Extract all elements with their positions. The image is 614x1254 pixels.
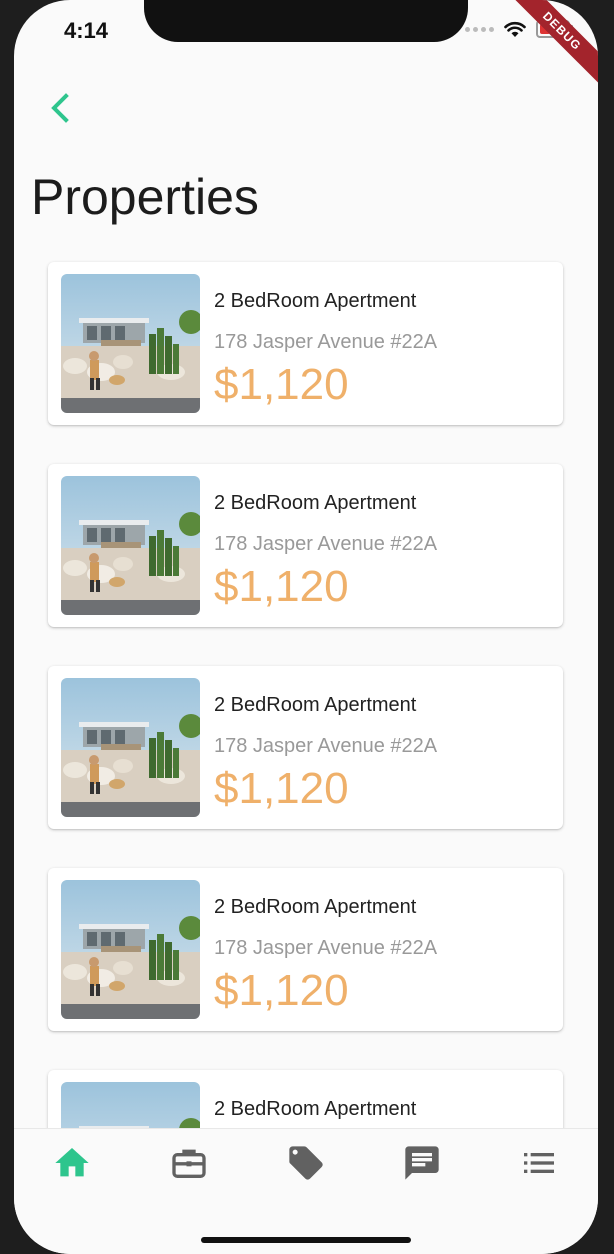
property-title: 2 BedRoom Apertment: [214, 694, 417, 716]
chevron-left-icon: [51, 93, 69, 123]
device-notch: [144, 0, 468, 42]
property-price: $1,120: [214, 764, 349, 813]
property-address: 178 Jasper Avenue #22A: [214, 533, 438, 555]
property-price: $1,120: [214, 360, 349, 409]
wifi-icon: [504, 21, 526, 37]
debug-banner: DEBUG: [504, 0, 598, 89]
nav-tag-button[interactable]: [286, 1143, 326, 1183]
status-time: 4:14: [64, 18, 109, 43]
signal-icon: [465, 26, 494, 32]
property-card[interactable]: 2 BedRoom Apertment 178 Jasper Avenue #2…: [48, 868, 563, 1031]
property-photo: [61, 476, 200, 615]
property-address: 178 Jasper Avenue #22A: [214, 331, 438, 353]
property-title: 2 BedRoom Apertment: [214, 492, 417, 514]
nav-home-button[interactable]: [52, 1143, 92, 1183]
message-icon: [405, 1146, 439, 1180]
bottom-navigation-bar: [14, 1128, 598, 1254]
list-icon: [524, 1153, 554, 1173]
property-price: $1,120: [214, 562, 349, 611]
property-photo: [61, 880, 200, 1019]
page-title: Properties: [31, 169, 259, 225]
property-card[interactable]: 2 BedRoom Apertment 178 Jasper Avenue #2…: [48, 464, 563, 627]
nav-messages-button[interactable]: [402, 1143, 442, 1183]
briefcase-icon: [172, 1149, 206, 1178]
property-address: 178 Jasper Avenue #22A: [214, 735, 438, 757]
nav-list-button[interactable]: [519, 1143, 559, 1183]
back-button[interactable]: [44, 90, 84, 130]
tag-icon: [289, 1146, 323, 1180]
property-title: 2 BedRoom Apertment: [214, 896, 417, 918]
property-photo: [61, 274, 200, 413]
property-photo: [61, 678, 200, 817]
nav-briefcase-button[interactable]: [169, 1143, 209, 1183]
property-title: 2 BedRoom Apertment: [214, 1098, 417, 1120]
home-indicator: [201, 1237, 411, 1243]
property-title: 2 BedRoom Apertment: [214, 290, 417, 312]
phone-screen: 4:14 DEBUG Properties 2 BedRoom Apertmen…: [14, 0, 598, 1254]
home-icon: [55, 1148, 89, 1177]
property-price: $1,120: [214, 966, 349, 1015]
property-address: 178 Jasper Avenue #22A: [214, 937, 438, 959]
property-card[interactable]: 2 BedRoom Apertment 178 Jasper Avenue #2…: [48, 666, 563, 829]
property-card[interactable]: 2 BedRoom Apertment 178 Jasper Avenue #2…: [48, 262, 563, 425]
